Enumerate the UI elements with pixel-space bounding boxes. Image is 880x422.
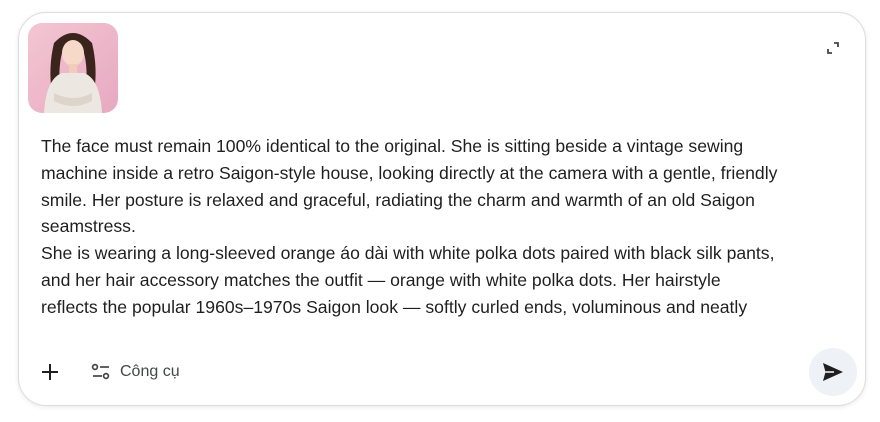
- prompt-line: The face must remain 100% identical to t…: [41, 136, 744, 156]
- expand-icon: [827, 42, 839, 54]
- tools-button[interactable]: Công cụ: [91, 359, 180, 385]
- prompt-composer: The face must remain 100% identical to t…: [18, 12, 866, 406]
- prompt-line: She is wearing a long-sleeved orange áo …: [41, 243, 775, 264]
- send-button[interactable]: [809, 348, 857, 396]
- tools-label: Công cụ: [120, 363, 180, 380]
- portrait-photo-icon: [28, 23, 118, 113]
- add-button[interactable]: [37, 359, 63, 385]
- prompt-line: and her hair accessory matches the outfi…: [41, 269, 721, 290]
- attached-image-thumbnail[interactable]: [28, 23, 118, 113]
- prompt-line: machine inside a retro Saigon-style hous…: [41, 162, 778, 183]
- prompt-line: seamstress.: [41, 216, 136, 237]
- prompt-line: reflects the popular 1960s–1970s Saigon …: [41, 296, 748, 317]
- expand-button[interactable]: [822, 37, 844, 59]
- prompt-line: smile. Her posture is relaxed and gracef…: [41, 189, 755, 210]
- send-icon: [823, 363, 843, 381]
- plus-icon: [42, 364, 58, 380]
- prompt-input[interactable]: The face must remain 100% identical to t…: [41, 133, 831, 323]
- tune-icon: [91, 363, 110, 380]
